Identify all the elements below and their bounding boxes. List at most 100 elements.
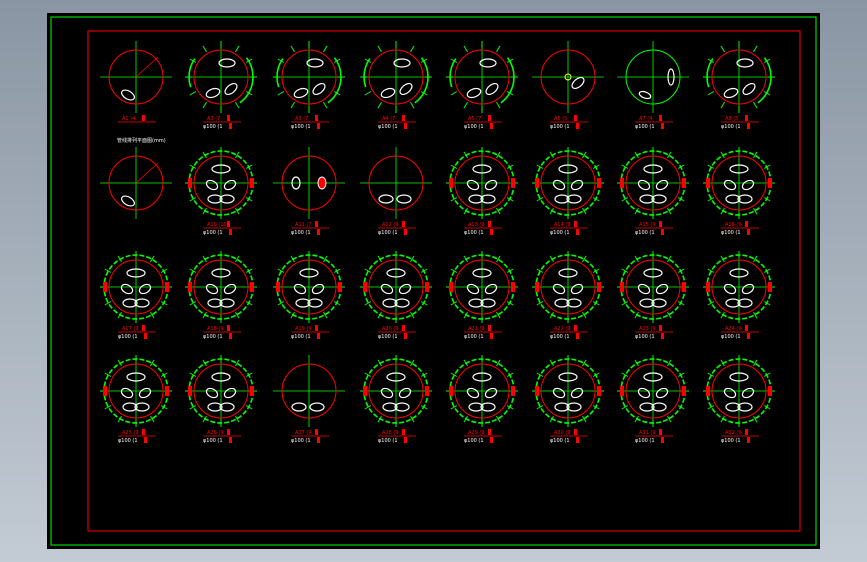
clamp-right bbox=[250, 178, 254, 188]
pipe-section-a22: A22 (9 φ100 (1 bbox=[532, 251, 604, 340]
pipe-section-a19: A19 (9 φ100 (1 bbox=[273, 251, 345, 340]
dimension-tick bbox=[202, 101, 207, 109]
clamp-right bbox=[597, 282, 601, 292]
clamp-left bbox=[449, 386, 453, 396]
pipe-section-a17: A17 (9 φ100 (1 bbox=[100, 251, 172, 340]
label-tag bbox=[315, 325, 318, 331]
clamp-right bbox=[250, 386, 254, 396]
label-tag bbox=[142, 429, 145, 435]
hole-bottom-right bbox=[312, 82, 326, 96]
dimension-tick bbox=[290, 45, 295, 53]
hole-left bbox=[466, 179, 480, 191]
hole-right bbox=[571, 76, 585, 90]
clamp-left bbox=[535, 386, 539, 396]
sublabel-tag bbox=[576, 123, 579, 129]
dimension-tick bbox=[202, 45, 207, 53]
label-tag bbox=[142, 115, 145, 121]
hole-bottom-right bbox=[742, 82, 756, 96]
pipe-section-a31: A31 (9 φ100 (1 bbox=[617, 355, 689, 444]
clamp-right bbox=[768, 178, 772, 188]
sublabel-tag bbox=[229, 123, 232, 129]
pipe-section-a9 bbox=[100, 147, 172, 219]
clamp-right bbox=[165, 386, 169, 396]
sublabel-tag bbox=[229, 333, 232, 339]
label-tag bbox=[402, 429, 405, 435]
section-sublabel: φ100 (1 bbox=[291, 230, 311, 236]
section-label: A11 (7 bbox=[295, 222, 312, 228]
hole-left bbox=[293, 283, 307, 295]
dimension-tick bbox=[410, 45, 415, 53]
section-sublabel: φ100 (1 bbox=[118, 438, 138, 444]
section-label: A7 (4 bbox=[639, 116, 652, 122]
drawing-sheet: A1 (4 A2 (7 φ100 (1 A3 (7 φ100 (1 A4 (7 φ100 (… bbox=[50, 16, 817, 546]
section-sublabel: φ100 (1 bbox=[464, 124, 484, 130]
section-label: A5 (7 bbox=[468, 116, 481, 122]
clamp-left bbox=[620, 282, 624, 292]
section-label: A17 (9 bbox=[122, 326, 139, 332]
clamp-left bbox=[535, 178, 539, 188]
clamp-left bbox=[706, 178, 710, 188]
hole-right bbox=[223, 283, 237, 295]
section-sublabel: φ100 (1 bbox=[378, 124, 398, 130]
hole-right bbox=[223, 179, 237, 191]
section-sublabel: φ100 (1 bbox=[291, 124, 311, 130]
clamp-left bbox=[103, 386, 107, 396]
section-sublabel: φ100 (1 bbox=[203, 334, 223, 340]
clamp-right bbox=[768, 386, 772, 396]
label-tag bbox=[659, 221, 662, 227]
hole-bottom-left bbox=[380, 87, 396, 99]
sublabel-tag bbox=[404, 229, 407, 235]
section-label: A26 (9 bbox=[207, 430, 224, 436]
section-sublabel: φ100 (1 bbox=[203, 124, 223, 130]
label-tag bbox=[745, 325, 748, 331]
hole-right bbox=[655, 387, 669, 399]
pipe-section-a10: A10 (10 φ100 (1 bbox=[185, 147, 257, 236]
dimension-tick bbox=[277, 91, 285, 96]
dimension-tick bbox=[720, 101, 725, 109]
hole-right bbox=[570, 387, 584, 399]
sublabel-tag bbox=[144, 437, 147, 443]
section-label: A13 (9 bbox=[468, 222, 485, 228]
dimension-tick bbox=[753, 101, 758, 109]
section-sublabel: φ100 (1 bbox=[635, 230, 655, 236]
clamp-left bbox=[363, 282, 367, 292]
section-label: A25 (9 bbox=[122, 430, 139, 436]
label-tag bbox=[574, 115, 577, 121]
hole-right bbox=[398, 283, 412, 295]
pipe-section-a14: A14 (9 φ100 (1 bbox=[532, 147, 604, 236]
label-tag bbox=[574, 429, 577, 435]
hole-left bbox=[552, 387, 566, 399]
sublabel-tag bbox=[747, 437, 750, 443]
dimension-tick bbox=[463, 101, 468, 109]
hole-right bbox=[741, 387, 755, 399]
hole-left bbox=[380, 387, 394, 399]
hole-left bbox=[637, 283, 651, 295]
hole-bottom-left bbox=[466, 87, 482, 99]
hole-right bbox=[655, 283, 669, 295]
label-tag bbox=[745, 115, 748, 121]
hole-left bbox=[205, 179, 219, 191]
clamp-left bbox=[363, 386, 367, 396]
pipe-section-a28: A28 (9 φ100 (1 bbox=[360, 355, 432, 444]
clamp-left bbox=[620, 178, 624, 188]
dimension-tick bbox=[364, 91, 372, 96]
label-tag bbox=[402, 325, 405, 331]
section-label: A1 (4 bbox=[122, 116, 135, 122]
clamp-left bbox=[103, 282, 107, 292]
section-sublabel: φ100 (1 bbox=[291, 438, 311, 444]
hole-left bbox=[637, 387, 651, 399]
section-sublabel: φ100 (1 bbox=[550, 124, 570, 130]
label-tag bbox=[745, 429, 748, 435]
hole-left bbox=[205, 387, 219, 399]
hole-bottom-right bbox=[224, 82, 238, 96]
hole-bottom-left bbox=[723, 87, 739, 99]
clamp-right bbox=[682, 386, 686, 396]
clamp-left bbox=[188, 386, 192, 396]
section-label: A28 (9 bbox=[382, 430, 399, 436]
hole-top bbox=[736, 58, 754, 68]
section-sublabel: φ100 (1 bbox=[378, 230, 398, 236]
hole-right bbox=[570, 179, 584, 191]
sublabel-tag bbox=[747, 333, 750, 339]
cad-viewport[interactable]: A1 (4 A2 (7 φ100 (1 A3 (7 φ100 (1 A4 (7 φ100 (… bbox=[47, 13, 820, 549]
section-label: A16 (9 bbox=[725, 222, 742, 228]
